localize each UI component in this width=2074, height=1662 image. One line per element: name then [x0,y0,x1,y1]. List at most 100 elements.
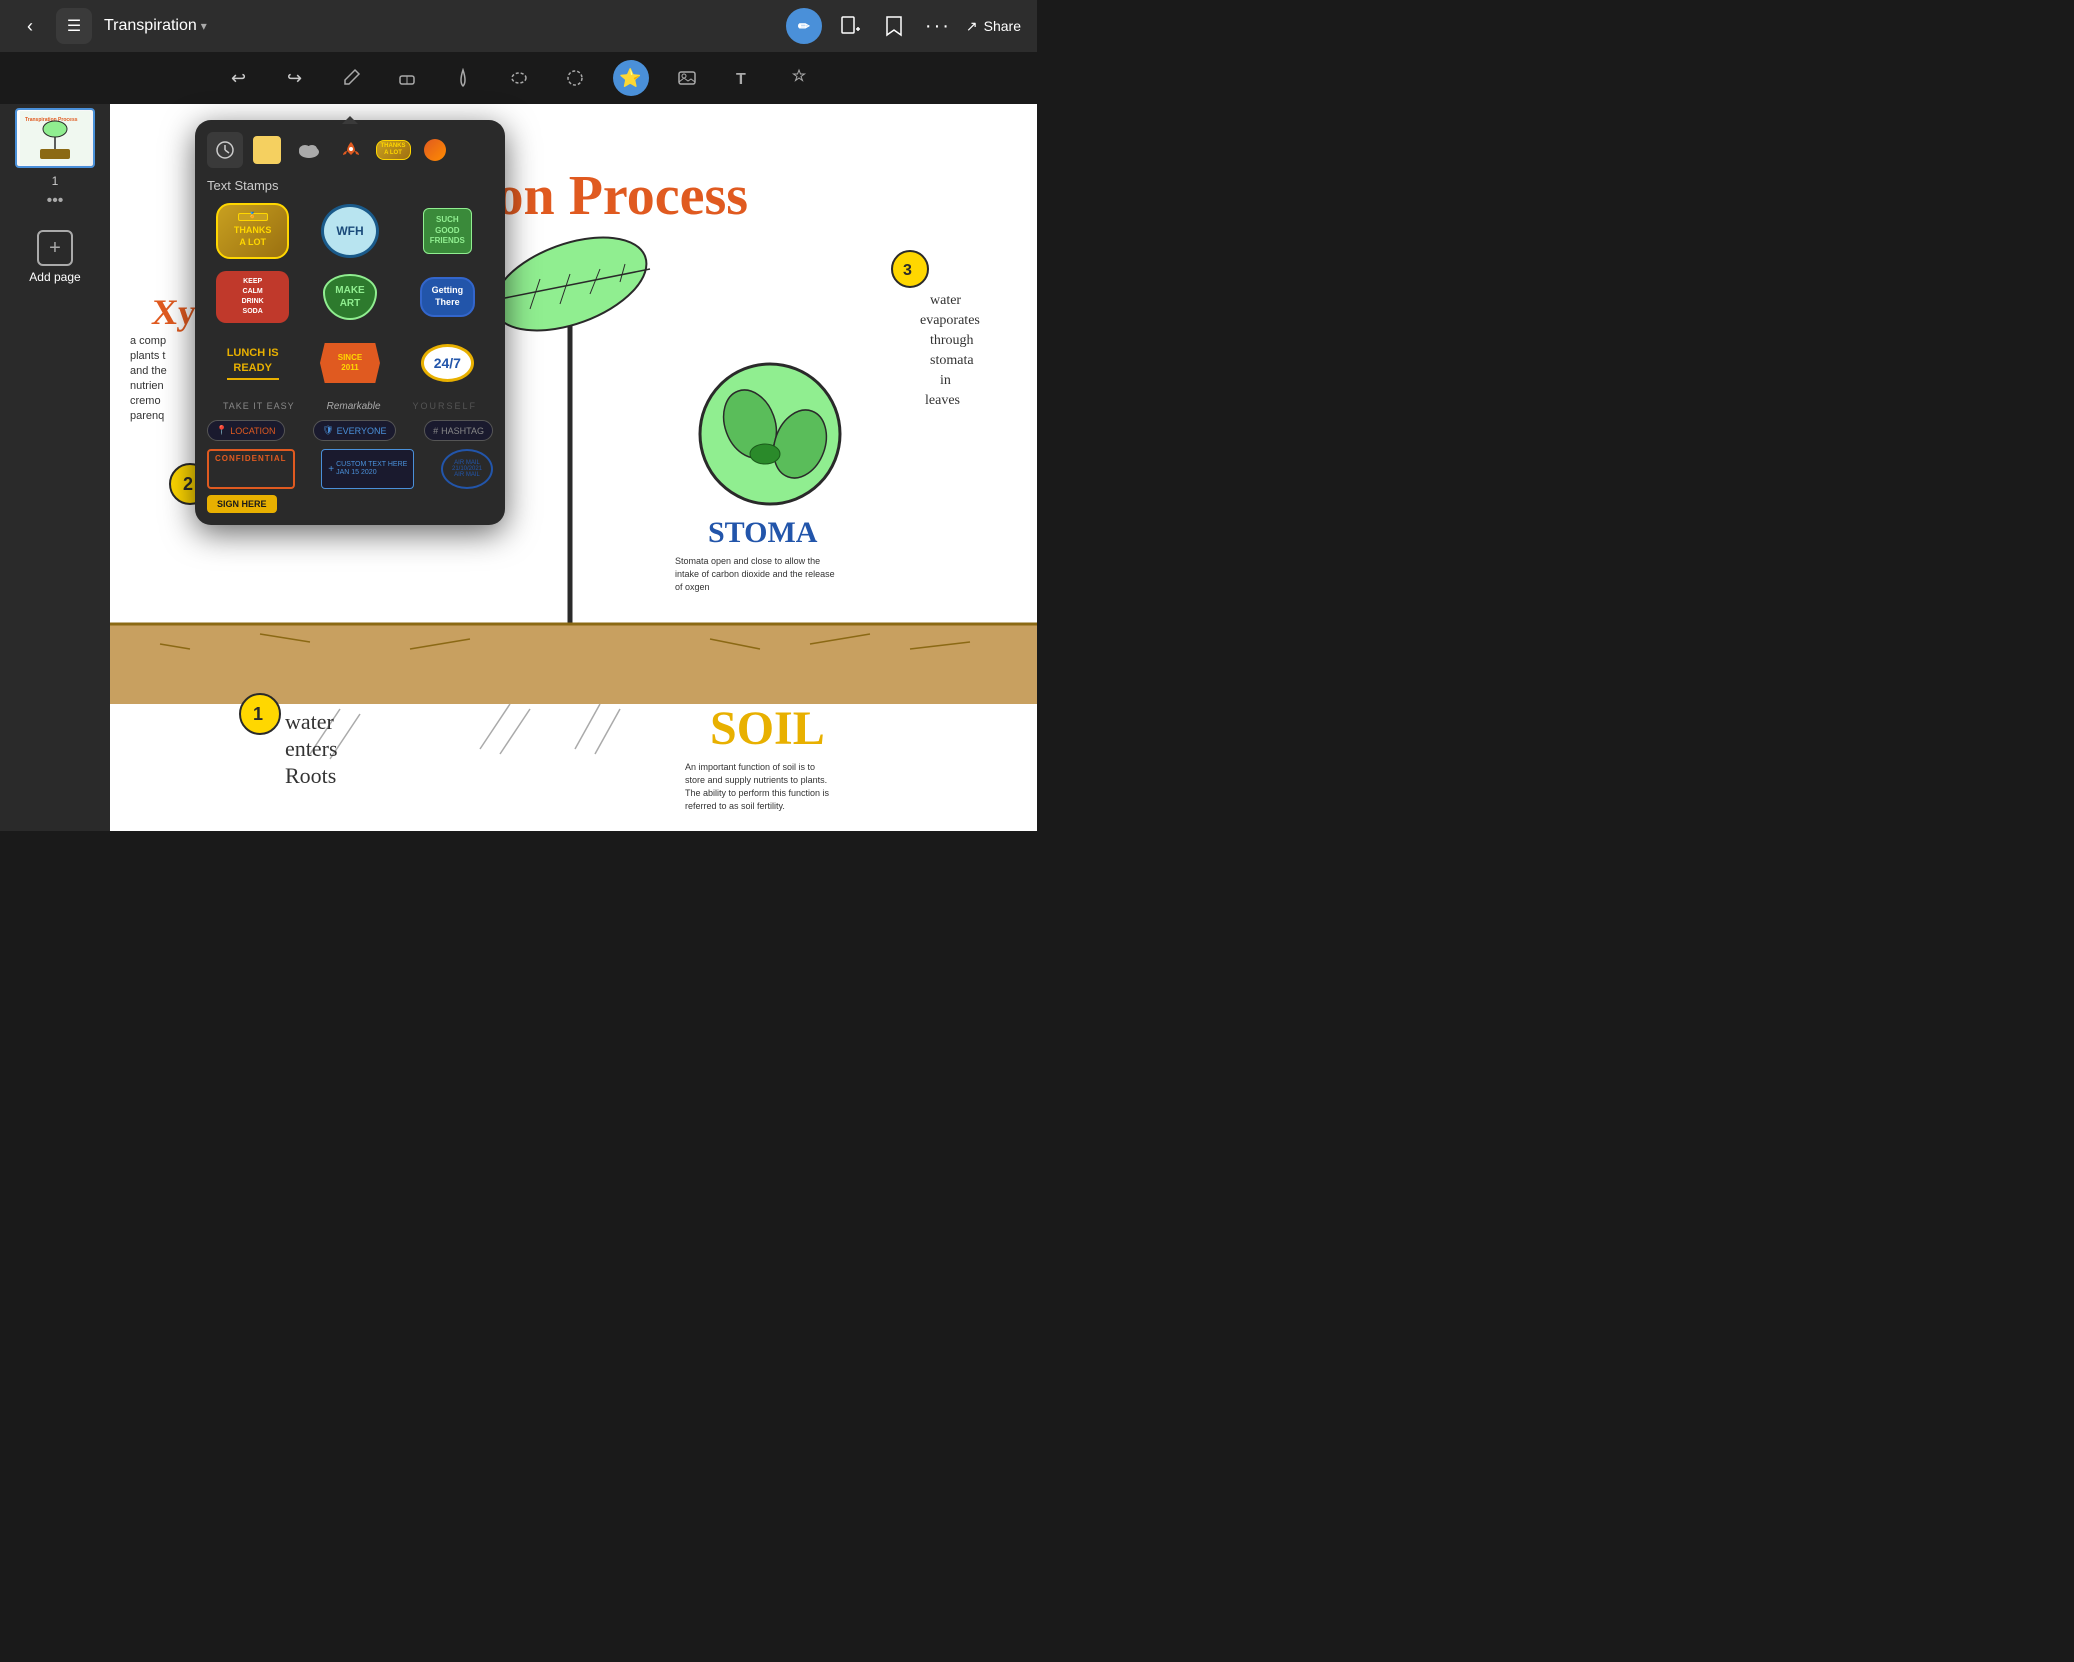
247-sticker-body: 24/7 [421,344,474,382]
text-stamp-row: TAKE IT EASY Remarkable YOURSELF [207,401,493,412]
sticker-tab-recent[interactable] [207,132,243,168]
lunch-sticker-body: LUNCH ISREADY [227,346,279,380]
airmail-stamp[interactable]: AIR MAIL 21/10/2021 AIR MAIL [441,449,493,489]
sticker-tab-rocket[interactable] [333,132,369,168]
chevron-down-icon: ▾ [201,19,207,33]
orange-tab-icon [424,139,446,161]
sticker-tool[interactable]: ⭐ [613,60,649,96]
add-page-button[interactable]: + Add page [29,230,80,284]
make-art-sticker-body: MAKEART [323,274,376,320]
pencil-icon [341,68,361,88]
yourself-stamp[interactable]: YOURSELF [412,401,477,412]
airmail-bottom: AIR MAIL [454,472,480,478]
svg-text:3: 3 [903,262,912,279]
share-button[interactable]: ↗ Share [966,18,1021,35]
sticker-section-title: Text Stamps [207,178,493,193]
svg-text:ion Process: ion Process [480,165,748,227]
hashtag-icon: # [433,426,438,436]
svg-text:leaves: leaves [925,393,960,408]
sticker-tab-cloud[interactable] [291,132,327,168]
eraser-tool[interactable] [389,60,425,96]
undo-button[interactable]: ↩ [221,60,257,96]
sign-here-stamp[interactable]: SIGN HERE [207,495,277,513]
image-icon [677,68,697,88]
sticker-tab-badge[interactable]: THANKSA LOT [375,132,411,168]
sticker-popup: THANKSA LOT Text Stamps 🏅 THANKSA LOT WF… [195,120,505,525]
sticker-wfh[interactable]: WFH [304,201,395,261]
sign-here-row: SIGN HERE [207,495,493,513]
header-left: ‹ ☰ Transpiration ▾ [16,8,207,44]
share-label: Share [984,18,1021,34]
pen-icon [453,68,473,88]
hashtag-badge[interactable]: # HASHTAG [424,420,493,441]
text-icon: T [733,68,753,88]
more-button[interactable]: ··· [922,10,954,42]
svg-text:evaporates: evaporates [920,313,980,328]
add-page-label: Add page [29,270,80,284]
page-thumbnail[interactable]: Transpiration Process [15,108,95,168]
pencil-tool[interactable] [333,60,369,96]
rocket-icon [341,140,361,160]
remarkable-stamp[interactable]: Remarkable [327,401,381,412]
text-tool[interactable]: T [725,60,761,96]
svg-text:store and supply nutrients to: store and supply nutrients to plants. [685,775,827,785]
share-icon: ↗ [966,18,978,35]
getting-there-sticker-body: GettingThere [420,277,476,316]
header-right: ✏ ··· ↗ Share [786,8,1021,44]
bookmark-button[interactable] [878,10,910,42]
add-page-button[interactable] [834,10,866,42]
header: ‹ ☰ Transpiration ▾ ✏ ··· ↗ Share [0,0,1037,52]
toolbar: ↩ ↪ ⭐ T [0,52,1037,104]
svg-text:An important function of soil: An important function of soil is to [685,762,815,772]
pen-tool[interactable] [445,60,481,96]
lasso-icon [509,68,529,88]
avatar[interactable]: ✏ [786,8,822,44]
custom-text-stamp[interactable]: + CUSTOM TEXT HEREJAN 15 2020 [321,449,414,489]
image-tool[interactable] [669,60,705,96]
sticker-make-art[interactable]: MAKEART [304,267,395,327]
sticker-thanks-a-lot[interactable]: 🏅 THANKSA LOT [207,201,298,261]
sticker-good-friends[interactable]: SUCHGOODFRIENDS [402,201,493,261]
sticker-tab-color[interactable] [249,132,285,168]
page-more-button[interactable]: ••• [47,192,64,210]
select-tool[interactable] [557,60,593,96]
svg-text:Roots: Roots [285,763,336,788]
svg-text:parenq: parenq [130,410,164,422]
sticker-tab-orange[interactable] [417,132,453,168]
svg-text:2: 2 [183,474,193,494]
add-page-icon: + [37,230,73,266]
location-badge[interactable]: 📍 LOCATION [207,420,285,441]
svg-text:referred to as soil fertility.: referred to as soil fertility. [685,801,785,811]
magic-tool[interactable] [781,60,817,96]
color-swatch [253,136,281,164]
sticker-since-2011[interactable]: SINCE2011 [304,333,395,393]
svg-text:1: 1 [253,704,263,724]
good-friends-sticker-body: SUCHGOODFRIENDS [423,208,472,253]
add-icon [839,15,861,37]
sticker-getting-there[interactable]: GettingThere [402,267,493,327]
lasso-tool[interactable] [501,60,537,96]
sticker-tabs: THANKSA LOT [207,132,493,168]
wfh-sticker-body: WFH [321,204,379,258]
back-button[interactable]: ‹ [16,12,44,40]
svg-text:and the: and the [130,365,167,377]
location-icon: 📍 [216,425,227,436]
page-number: 1 [52,174,59,188]
confidential-stamp[interactable]: CONFIDENTIAL [207,449,295,489]
badge-tab-icon: THANKSA LOT [376,140,411,159]
svg-text:through: through [930,333,974,348]
take-it-easy-stamp[interactable]: TAKE IT EASY [223,401,295,412]
svg-text:in: in [940,373,951,388]
location-label: LOCATION [230,426,275,436]
title-text: Transpiration [104,17,197,35]
sticker-247[interactable]: 24/7 [402,333,493,393]
document-title[interactable]: Transpiration ▾ [104,17,207,35]
redo-button[interactable]: ↪ [277,60,313,96]
svg-text:Stomata open and close to allo: Stomata open and close to allow the [675,556,820,566]
sticker-keep-calm[interactable]: KEEPCALMDRINKSODA [207,267,298,327]
app-icon[interactable]: ☰ [56,8,92,44]
svg-text:nutrien: nutrien [130,380,164,392]
everyone-badge[interactable]: 🛡 EVERYONE [313,420,395,441]
sidebar: Transpiration Process 1 ••• + Add page [0,52,110,831]
sticker-lunch-ready[interactable]: LUNCH ISREADY [207,333,298,393]
